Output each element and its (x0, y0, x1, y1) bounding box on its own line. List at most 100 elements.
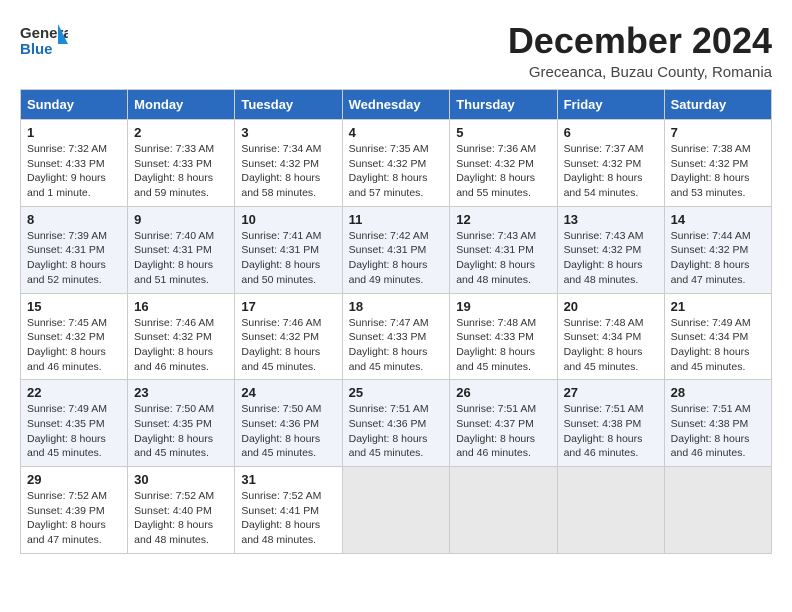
calendar-week-row: 22 Sunrise: 7:49 AM Sunset: 4:35 PM Dayli… (21, 380, 772, 467)
day-number: 14 (671, 212, 765, 227)
calendar-cell (664, 467, 771, 554)
calendar-cell: 9 Sunrise: 7:40 AM Sunset: 4:31 PM Daylig… (128, 206, 235, 293)
calendar-day-header: Sunday (21, 90, 128, 120)
day-number: 10 (241, 212, 335, 227)
calendar-day-header: Monday (128, 90, 235, 120)
calendar-cell: 31 Sunrise: 7:52 AM Sunset: 4:41 PM Dayli… (235, 467, 342, 554)
day-number: 15 (27, 299, 121, 314)
day-detail: Sunrise: 7:43 AM Sunset: 4:32 PM Dayligh… (564, 229, 658, 288)
day-number: 3 (241, 125, 335, 140)
day-number: 20 (564, 299, 658, 314)
logo: General Blue (20, 20, 68, 64)
day-number: 21 (671, 299, 765, 314)
calendar-cell (342, 467, 450, 554)
day-detail: Sunrise: 7:38 AM Sunset: 4:32 PM Dayligh… (671, 142, 765, 201)
day-detail: Sunrise: 7:52 AM Sunset: 4:40 PM Dayligh… (134, 489, 228, 548)
calendar-table: SundayMondayTuesdayWednesdayThursdayFrid… (20, 89, 772, 554)
day-detail: Sunrise: 7:51 AM Sunset: 4:36 PM Dayligh… (349, 402, 444, 461)
day-detail: Sunrise: 7:39 AM Sunset: 4:31 PM Dayligh… (27, 229, 121, 288)
calendar-day-header: Tuesday (235, 90, 342, 120)
title-section: December 2024 Greceanca, Buzau County, R… (508, 20, 772, 81)
day-number: 25 (349, 385, 444, 400)
calendar-cell: 3Sunrise: 7:34 AM Sunset: 4:32 PM Daylig… (235, 120, 342, 207)
day-detail: Sunrise: 7:50 AM Sunset: 4:36 PM Dayligh… (241, 402, 335, 461)
calendar-week-row: 29 Sunrise: 7:52 AM Sunset: 4:39 PM Dayli… (21, 467, 772, 554)
day-number: 1 (27, 125, 121, 140)
day-detail: Sunrise: 7:45 AM Sunset: 4:32 PM Dayligh… (27, 316, 121, 375)
calendar-week-row: 1 Sunrise: 7:32 AM Sunset: 4:33 PM Daylig… (21, 120, 772, 207)
day-number: 28 (671, 385, 765, 400)
page-header: General Blue December 2024 Greceanca, Bu… (20, 20, 772, 81)
day-number: 7 (671, 125, 765, 140)
calendar-cell: 15 Sunrise: 7:45 AM Sunset: 4:32 PM Dayli… (21, 293, 128, 380)
day-detail: Sunrise: 7:44 AM Sunset: 4:32 PM Dayligh… (671, 229, 765, 288)
calendar-cell: 14 Sunrise: 7:44 AM Sunset: 4:32 PM Dayli… (664, 206, 771, 293)
day-detail: Sunrise: 7:46 AM Sunset: 4:32 PM Dayligh… (134, 316, 228, 375)
day-number: 17 (241, 299, 335, 314)
calendar-cell: 27 Sunrise: 7:51 AM Sunset: 4:38 PM Dayli… (557, 380, 664, 467)
day-detail: Sunrise: 7:47 AM Sunset: 4:33 PM Dayligh… (349, 316, 444, 375)
calendar-cell: 12Sunrise: 7:43 AM Sunset: 4:31 PM Dayli… (450, 206, 557, 293)
day-detail: Sunrise: 7:35 AM Sunset: 4:32 PM Dayligh… (349, 142, 444, 201)
calendar-cell: 4 Sunrise: 7:35 AM Sunset: 4:32 PM Daylig… (342, 120, 450, 207)
day-detail: Sunrise: 7:40 AM Sunset: 4:31 PM Dayligh… (134, 229, 228, 288)
day-number: 24 (241, 385, 335, 400)
day-detail: Sunrise: 7:51 AM Sunset: 4:38 PM Dayligh… (564, 402, 658, 461)
calendar-cell: 20Sunrise: 7:48 AM Sunset: 4:34 PM Dayli… (557, 293, 664, 380)
calendar-cell: 8 Sunrise: 7:39 AM Sunset: 4:31 PM Daylig… (21, 206, 128, 293)
calendar-cell: 18 Sunrise: 7:47 AM Sunset: 4:33 PM Dayli… (342, 293, 450, 380)
day-detail: Sunrise: 7:42 AM Sunset: 4:31 PM Dayligh… (349, 229, 444, 288)
day-number: 19 (456, 299, 550, 314)
day-number: 31 (241, 472, 335, 487)
calendar-cell (450, 467, 557, 554)
calendar-cell: 28 Sunrise: 7:51 AM Sunset: 4:38 PM Dayli… (664, 380, 771, 467)
day-detail: Sunrise: 7:41 AM Sunset: 4:31 PM Dayligh… (241, 229, 335, 288)
calendar-cell: 26Sunrise: 7:51 AM Sunset: 4:37 PM Dayli… (450, 380, 557, 467)
day-number: 8 (27, 212, 121, 227)
calendar-cell: 1 Sunrise: 7:32 AM Sunset: 4:33 PM Daylig… (21, 120, 128, 207)
day-number: 11 (349, 212, 444, 227)
day-detail: Sunrise: 7:37 AM Sunset: 4:32 PM Dayligh… (564, 142, 658, 201)
calendar-cell: 21 Sunrise: 7:49 AM Sunset: 4:34 PM Dayli… (664, 293, 771, 380)
day-detail: Sunrise: 7:49 AM Sunset: 4:35 PM Dayligh… (27, 402, 121, 461)
calendar-cell: 22 Sunrise: 7:49 AM Sunset: 4:35 PM Dayli… (21, 380, 128, 467)
day-number: 23 (134, 385, 228, 400)
page-title: December 2024 (508, 20, 772, 62)
day-detail: Sunrise: 7:50 AM Sunset: 4:35 PM Dayligh… (134, 402, 228, 461)
calendar-cell: 23 Sunrise: 7:50 AM Sunset: 4:35 PM Dayli… (128, 380, 235, 467)
logo-icon: General Blue (20, 20, 68, 64)
day-detail: Sunrise: 7:52 AM Sunset: 4:41 PM Dayligh… (241, 489, 335, 548)
calendar-cell: 16 Sunrise: 7:46 AM Sunset: 4:32 PM Dayli… (128, 293, 235, 380)
day-number: 22 (27, 385, 121, 400)
calendar-cell: 5 Sunrise: 7:36 AM Sunset: 4:32 PM Daylig… (450, 120, 557, 207)
calendar-cell: 2Sunrise: 7:33 AM Sunset: 4:33 PM Daylig… (128, 120, 235, 207)
day-number: 9 (134, 212, 228, 227)
day-detail: Sunrise: 7:32 AM Sunset: 4:33 PM Dayligh… (27, 142, 121, 201)
day-number: 18 (349, 299, 444, 314)
calendar-cell: 30 Sunrise: 7:52 AM Sunset: 4:40 PM Dayli… (128, 467, 235, 554)
day-number: 27 (564, 385, 658, 400)
calendar-day-header: Wednesday (342, 90, 450, 120)
day-detail: Sunrise: 7:51 AM Sunset: 4:37 PM Dayligh… (456, 402, 550, 461)
day-number: 30 (134, 472, 228, 487)
calendar-week-row: 15 Sunrise: 7:45 AM Sunset: 4:32 PM Dayli… (21, 293, 772, 380)
calendar-cell: 11 Sunrise: 7:42 AM Sunset: 4:31 PM Dayli… (342, 206, 450, 293)
day-detail: Sunrise: 7:49 AM Sunset: 4:34 PM Dayligh… (671, 316, 765, 375)
calendar-cell: 13 Sunrise: 7:43 AM Sunset: 4:32 PM Dayli… (557, 206, 664, 293)
day-number: 6 (564, 125, 658, 140)
page-subtitle: Greceanca, Buzau County, Romania (508, 64, 772, 81)
day-number: 4 (349, 125, 444, 140)
day-number: 13 (564, 212, 658, 227)
calendar-cell: 24 Sunrise: 7:50 AM Sunset: 4:36 PM Dayli… (235, 380, 342, 467)
calendar-day-header: Saturday (664, 90, 771, 120)
day-detail: Sunrise: 7:52 AM Sunset: 4:39 PM Dayligh… (27, 489, 121, 548)
calendar-cell (557, 467, 664, 554)
day-detail: Sunrise: 7:51 AM Sunset: 4:38 PM Dayligh… (671, 402, 765, 461)
day-number: 16 (134, 299, 228, 314)
day-detail: Sunrise: 7:43 AM Sunset: 4:31 PM Dayligh… (456, 229, 550, 288)
svg-text:Blue: Blue (20, 41, 53, 58)
day-detail: Sunrise: 7:46 AM Sunset: 4:32 PM Dayligh… (241, 316, 335, 375)
day-number: 5 (456, 125, 550, 140)
day-detail: Sunrise: 7:36 AM Sunset: 4:32 PM Dayligh… (456, 142, 550, 201)
day-number: 29 (27, 472, 121, 487)
